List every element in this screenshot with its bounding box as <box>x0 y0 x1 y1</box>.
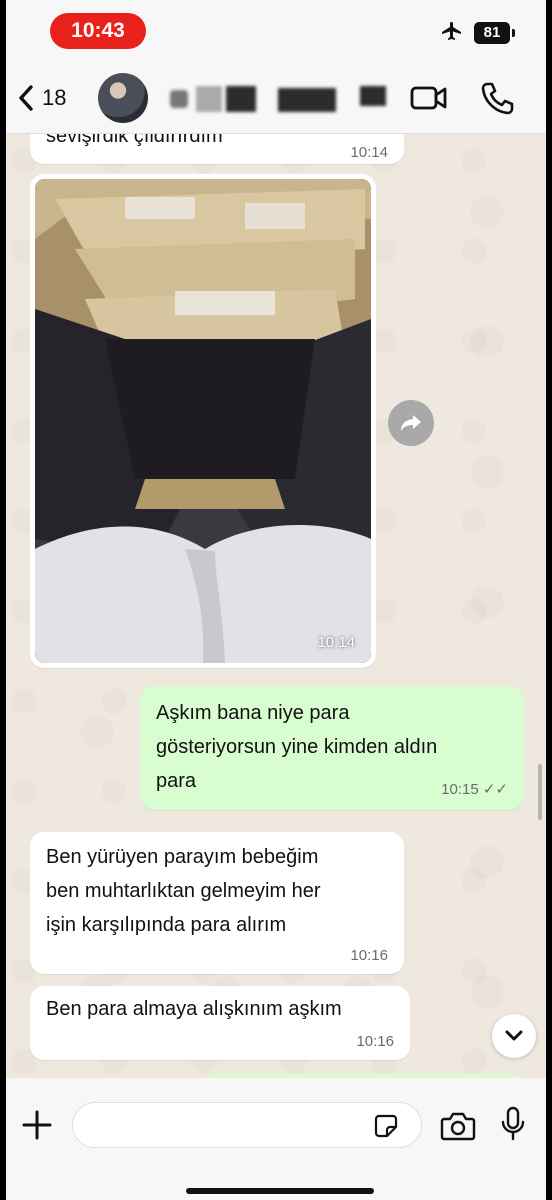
scroll-to-bottom-button[interactable] <box>492 1014 536 1058</box>
chevron-down-icon <box>505 1030 523 1041</box>
message-text: sevişirdik çıldırırdım <box>46 134 223 147</box>
message-input[interactable] <box>72 1102 422 1148</box>
message-text-line: işin karşılıpında para alırım <box>46 914 287 936</box>
sticker-icon[interactable] <box>374 1114 398 1138</box>
home-indicator <box>186 1188 374 1194</box>
chat-area[interactable]: sevişirdik çıldırırdım 10:14 10:14 Aşkım… <box>6 134 546 1078</box>
camera-icon[interactable] <box>440 1110 476 1142</box>
message-text-line: gösteriyorsun yine kimden aldın <box>156 736 438 758</box>
status-bar: 10:43 81 <box>6 0 546 62</box>
message-text-line: Ben yürüyen parayım bebeğim <box>46 846 319 868</box>
message-bubble-incoming[interactable]: Ben para almaya alışkınım aşkım 10:16 <box>30 986 410 1060</box>
message-text-line: para <box>156 770 197 792</box>
video-thumbnail[interactable]: 10:14 <box>35 179 371 663</box>
phone-screen: 10:43 81 18 sevişirdik çıldırırdım 10:14… <box>6 0 546 1200</box>
battery-tip <box>512 29 515 37</box>
phone-icon[interactable] <box>478 80 516 116</box>
redacted-name-block[interactable] <box>170 90 188 108</box>
forward-icon <box>401 415 421 431</box>
plus-icon[interactable] <box>20 1108 54 1142</box>
message-time: 10:16 <box>356 1033 394 1050</box>
video-thumbnail-image <box>35 179 371 663</box>
message-time: 10:16 <box>350 947 388 964</box>
back-chevron-icon <box>19 85 33 111</box>
message-text-line: ben muhtarlıktan gelmeyim her <box>46 880 321 902</box>
message-bubble-incoming[interactable]: Ben yürüyen parayım bebeğim ben muhtarlı… <box>30 832 404 974</box>
message-time: 10:15 ✓✓ <box>441 781 508 798</box>
message-text-line: Aşkım bana niye para <box>156 702 350 724</box>
airplane-icon <box>442 22 461 40</box>
status-time: 10:43 <box>50 13 146 49</box>
video-call-icon[interactable] <box>410 80 448 116</box>
input-bar <box>6 1078 546 1200</box>
redacted-name-block[interactable] <box>196 86 222 112</box>
redacted-name-block[interactable] <box>360 86 386 106</box>
battery-indicator: 81 <box>474 22 510 44</box>
unread-count: 18 <box>42 85 67 110</box>
contact-avatar[interactable] <box>98 73 148 123</box>
mic-icon[interactable] <box>500 1106 526 1142</box>
scrollbar[interactable] <box>538 764 542 820</box>
back-button[interactable]: 18 <box>16 82 86 114</box>
chat-header: 18 <box>6 62 546 134</box>
message-bubble-outgoing[interactable]: Aşkım bana niye para gösteriyorsun yine … <box>140 686 524 810</box>
message-bubble-incoming[interactable]: sevişirdik çıldırırdım 10:14 <box>30 134 404 164</box>
message-time: 10:14 <box>350 144 388 161</box>
media-time: 10:14 <box>317 634 355 651</box>
message-text: Ben para almaya alışkınım aşkım <box>46 998 342 1020</box>
forward-button[interactable] <box>388 400 434 446</box>
media-message-bubble[interactable]: 10:14 <box>30 174 376 668</box>
redacted-name-block[interactable] <box>278 88 336 112</box>
redacted-name-block[interactable] <box>226 86 256 112</box>
